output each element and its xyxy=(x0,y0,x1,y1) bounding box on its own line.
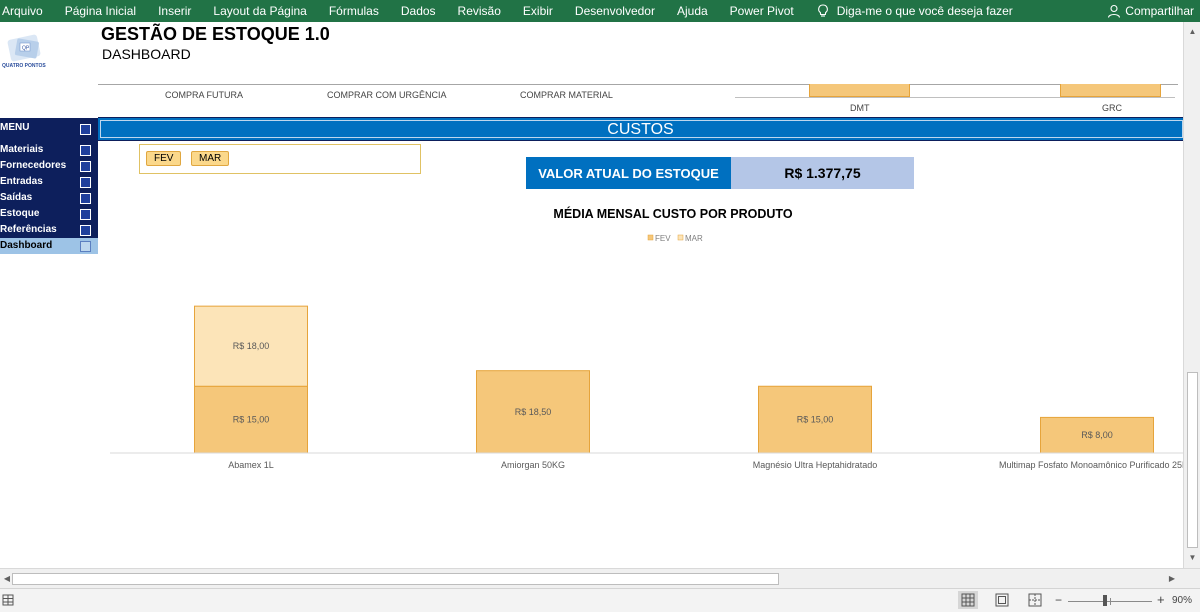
normal-view-icon[interactable] xyxy=(958,591,978,609)
legend-swatch-fev xyxy=(647,234,654,241)
tab-desenvolvedor[interactable]: Desenvolvedor xyxy=(564,0,666,22)
vertical-scroll-thumb[interactable] xyxy=(1187,372,1198,548)
page-layout-view-icon[interactable] xyxy=(995,593,1009,607)
category-label: Amiorgan 50KG xyxy=(501,460,565,470)
zoom-level[interactable]: 90% xyxy=(1172,595,1192,606)
page-break-view-icon[interactable] xyxy=(1028,593,1042,607)
category-label: Abamex 1L xyxy=(228,460,274,470)
zoom-out-button[interactable]: − xyxy=(1055,593,1062,607)
chart-legend: FEV MAR xyxy=(647,234,703,243)
category-label: Magnésio Ultra Heptahidratado xyxy=(753,460,878,470)
person-icon xyxy=(1108,4,1121,18)
tab-exibir[interactable]: Exibir xyxy=(512,0,564,22)
ribbon-tabs: Arquivo Página Inicial Inserir Layout da… xyxy=(0,0,805,22)
legend-label-mar: MAR xyxy=(685,234,703,243)
scroll-right-icon[interactable]: ▶ xyxy=(1165,571,1179,587)
zoom-slider-midmark xyxy=(1110,598,1111,605)
zoom-in-button[interactable]: + xyxy=(1157,592,1165,607)
scroll-down-icon[interactable]: ▼ xyxy=(1184,550,1200,566)
tell-me-box[interactable]: Diga-me o que você deseja fazer xyxy=(817,0,1013,22)
share-button[interactable]: Compartilhar xyxy=(1107,0,1194,22)
lightbulb-icon xyxy=(817,4,828,17)
bar-value-label: R$ 8,00 xyxy=(1081,430,1113,440)
bar-value-label: R$ 18,50 xyxy=(515,407,552,417)
tab-layout-da-pagina[interactable]: Layout da Página xyxy=(202,0,317,22)
bar-value-label: R$ 18,00 xyxy=(233,341,270,351)
tab-inserir[interactable]: Inserir xyxy=(147,0,202,22)
tell-me-text: Diga-me o que você deseja fazer xyxy=(836,4,1013,18)
tab-formulas[interactable]: Fórmulas xyxy=(318,0,390,22)
legend-swatch-mar xyxy=(677,234,684,241)
legend-label-fev: FEV xyxy=(655,234,671,243)
ribbon-menu-bar: Arquivo Página Inicial Inserir Layout da… xyxy=(0,0,1200,22)
tab-pagina-inicial[interactable]: Página Inicial xyxy=(54,0,147,22)
tab-arquivo[interactable]: Arquivo xyxy=(0,0,54,22)
zoom-slider-handle[interactable] xyxy=(1103,595,1107,606)
chart-title: MÉDIA MENSAL CUSTO POR PRODUTO xyxy=(553,206,792,221)
tab-power-pivot[interactable]: Power Pivot xyxy=(719,0,805,22)
scrollbar-corner xyxy=(1183,568,1200,588)
macro-record-icon[interactable] xyxy=(2,593,14,607)
worksheet: QP QUATRO PONTOS GESTÃO DE ESTOQUE 1.0 D… xyxy=(0,22,1183,568)
cost-chart: MÉDIA MENSAL CUSTO POR PRODUTO FEV MAR R$… xyxy=(110,206,1183,470)
status-bar: − + 90% xyxy=(0,588,1200,612)
chart-bars: R$ 15,00 R$ 18,00 R$ 18,50 R$ 15,00 R$ 8,00 xyxy=(194,305,1154,454)
share-label: Compartilhar xyxy=(1125,4,1194,18)
chart-x-labels: Abamex 1L Amiorgan 50KG Magnésio Ultra Hep… xyxy=(228,460,1183,470)
bar-value-label: R$ 15,00 xyxy=(233,415,270,425)
tab-ajuda[interactable]: Ajuda xyxy=(666,0,719,22)
scroll-up-icon[interactable]: ▲ xyxy=(1184,24,1200,40)
tab-revisao[interactable]: Revisão xyxy=(447,0,512,22)
category-label: Multimap Fosfato Monoamônico Purificado … xyxy=(999,460,1183,470)
horizontal-scroll-thumb[interactable] xyxy=(12,573,779,585)
excel-window: Arquivo Página Inicial Inserir Layout da… xyxy=(0,0,1200,612)
tab-dados[interactable]: Dados xyxy=(390,0,447,22)
horizontal-scrollbar[interactable]: ◀ ▶ xyxy=(0,568,1183,588)
bar-value-label: R$ 15,00 xyxy=(797,415,834,425)
vertical-scrollbar[interactable]: ▲ ▼ xyxy=(1183,22,1200,568)
